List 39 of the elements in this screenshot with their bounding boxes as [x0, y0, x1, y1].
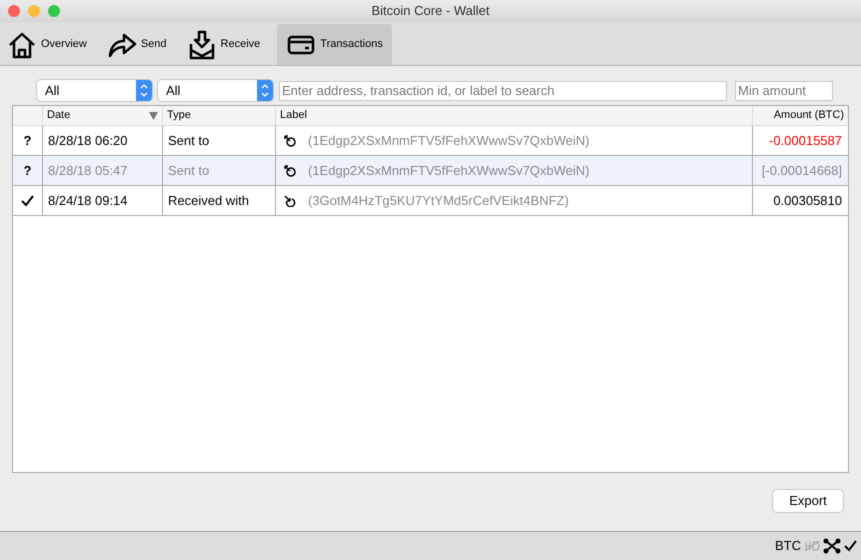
type-dropdown[interactable]: All — [158, 80, 273, 101]
column-header[interactable]: Date — [43, 106, 163, 125]
column-header[interactable]: Amount (BTC) — [753, 106, 848, 125]
date-cell-text: 8/24/18 09:14 — [48, 192, 128, 210]
toolbar-tab[interactable]: Transactions — [277, 24, 392, 65]
toolbar-tab[interactable]: Receive — [184, 24, 264, 65]
stepper-icon — [257, 80, 273, 101]
address-cell-text: (1Edgp2XSxMnmFTV5fFehXWwwSv7QxbWeiN) — [308, 132, 590, 150]
type-cell-text: Sent to — [168, 162, 210, 180]
date-cell-text: 8/28/18 06:20 — [48, 132, 128, 150]
column-header[interactable]: Type — [163, 106, 276, 125]
house-icon — [7, 30, 37, 60]
date-range-dropdown[interactable]: All — [37, 80, 152, 101]
column-header[interactable]: Label — [276, 106, 753, 125]
export-button[interactable]: Export — [773, 490, 843, 512]
window-title: Bitcoin Core - Wallet — [372, 2, 490, 20]
unit-label[interactable]: BTC — [775, 536, 801, 556]
type-cell-text: Sent to — [168, 132, 210, 150]
network-icon — [823, 538, 841, 554]
toolbar-tab[interactable]: Overview — [4, 24, 90, 65]
zoom-button[interactable] — [48, 5, 60, 17]
address-cell-text: (3GotM4HzTg5KU7YtYMd5rCefVEikt4BNFZ) — [308, 192, 569, 210]
amount-cell-text: -0.00015587 — [768, 132, 842, 150]
hd-disabled-icon — [804, 540, 820, 552]
stepper-icon — [136, 80, 152, 101]
close-button[interactable] — [8, 5, 20, 17]
status-symbol: ? — [24, 132, 32, 150]
address-cell-text: (1Edgp2XSxMnmFTV5fFehXWwwSv7QxbWeiN) — [308, 162, 590, 180]
sort-arrow-icon — [149, 112, 158, 120]
min-amount-field[interactable]: Min amount — [735, 80, 833, 100]
toolbar-tab[interactable]: Send — [104, 24, 170, 65]
amount-cell-text: 0.00305810 — [773, 192, 842, 210]
minimize-button[interactable] — [28, 5, 40, 17]
search-field[interactable]: Enter address, transaction id, or label to search — [279, 80, 727, 100]
date-cell-text: 8/28/18 05:47 — [48, 162, 128, 180]
status-symbol: ? — [24, 162, 32, 180]
amount-cell-text: [-0.00014668] — [762, 162, 842, 180]
type-cell-text: Received with — [168, 192, 249, 210]
checkmark-icon — [844, 540, 857, 552]
